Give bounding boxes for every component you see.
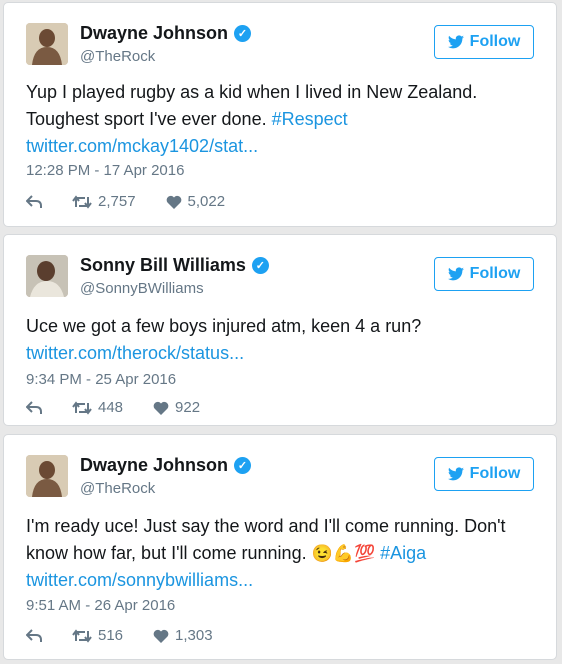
- follow-label: Follow: [469, 265, 521, 282]
- retweet-count: 448: [98, 399, 124, 416]
- tweet-text-segment: know how far, but I'll come running.: [26, 543, 307, 563]
- retweet-count: 516: [98, 627, 124, 644]
- action-bar: 2,757 5,022: [26, 193, 255, 210]
- timestamp[interactable]: 9:34 PM - 25 Apr 2016: [26, 371, 176, 388]
- twitter-bird-icon: [447, 35, 464, 49]
- tweet-card: Sonny Bill Williams ✓ @SonnyBWilliams Fo…: [3, 234, 557, 426]
- display-name-text[interactable]: Dwayne Johnson: [80, 455, 228, 476]
- retweet-button[interactable]: 2,757: [72, 193, 136, 210]
- follow-button[interactable]: Follow: [434, 25, 534, 59]
- twitter-bird-icon: [447, 467, 464, 481]
- reply-button[interactable]: [26, 194, 42, 209]
- display-name-text[interactable]: Sonny Bill Williams: [80, 255, 246, 276]
- action-bar: 448 922: [26, 399, 230, 416]
- retweet-button[interactable]: 516: [72, 627, 123, 644]
- timestamp[interactable]: 12:28 PM - 17 Apr 2016: [26, 162, 184, 179]
- verified-badge-icon: ✓: [234, 457, 252, 474]
- tweet-text-line: Toughest sport I've ever done. #Respect: [26, 106, 534, 133]
- follow-label: Follow: [469, 33, 521, 50]
- tweet-text-line: Uce we got a few boys injured atm, keen …: [26, 316, 422, 336]
- tweet-text-line: know how far, but I'll come running. 😉💪💯…: [26, 540, 534, 567]
- like-count: 5,022: [187, 193, 226, 210]
- twitter-bird-icon: [447, 267, 464, 281]
- display-name[interactable]: Dwayne Johnson ✓: [80, 455, 252, 476]
- reply-icon: [26, 400, 42, 414]
- display-name-text[interactable]: Dwayne Johnson: [80, 23, 228, 44]
- url-link[interactable]: twitter.com/sonnybwilliams...: [26, 567, 534, 594]
- tweet-card: Dwayne Johnson ✓ @TheRock Follow I'm rea…: [3, 434, 557, 660]
- tweet-text: Yup I played rugby as a kid when I lived…: [26, 79, 534, 160]
- like-button[interactable]: 5,022: [166, 193, 226, 210]
- heart-icon: [153, 629, 169, 643]
- action-bar: 516 1,303: [26, 627, 243, 644]
- verified-badge-icon: ✓: [234, 25, 252, 42]
- tweet-text: Uce we got a few boys injured atm, keen …: [26, 313, 534, 367]
- hashtag-link[interactable]: #Aiga: [380, 543, 426, 563]
- heart-icon: [166, 195, 181, 209]
- retweet-icon: [72, 194, 92, 209]
- reply-icon: [26, 194, 42, 208]
- avatar[interactable]: [26, 255, 68, 297]
- user-handle[interactable]: @TheRock: [80, 48, 155, 65]
- heart-icon: [153, 401, 169, 415]
- like-button[interactable]: 1,303: [153, 627, 213, 644]
- emoji-group: 😉💪💯: [311, 544, 376, 563]
- retweet-icon: [72, 400, 92, 415]
- avatar[interactable]: [26, 23, 68, 65]
- tweet-text-segment: Toughest sport I've ever done.: [26, 109, 267, 129]
- user-handle[interactable]: @TheRock: [80, 480, 155, 497]
- display-name[interactable]: Dwayne Johnson ✓: [80, 23, 252, 44]
- like-count: 1,303: [175, 627, 213, 644]
- avatar[interactable]: [26, 455, 68, 497]
- tweet-text-line: Yup I played rugby as a kid when I lived…: [26, 82, 478, 102]
- follow-button[interactable]: Follow: [434, 257, 534, 291]
- hashtag-link[interactable]: #Respect: [272, 109, 348, 129]
- like-button[interactable]: 922: [153, 399, 200, 416]
- follow-label: Follow: [469, 465, 521, 482]
- timestamp[interactable]: 9:51 AM - 26 Apr 2016: [26, 597, 175, 614]
- tweet-card: Dwayne Johnson ✓ @TheRock Follow Yup I p…: [3, 2, 557, 227]
- retweet-button[interactable]: 448: [72, 399, 123, 416]
- verified-badge-icon: ✓: [251, 257, 269, 274]
- like-count: 922: [175, 399, 201, 416]
- url-link[interactable]: twitter.com/therock/status...: [26, 340, 534, 367]
- tweet-text: I'm ready uce! Just say the word and I'l…: [26, 513, 534, 594]
- reply-button[interactable]: [26, 628, 42, 643]
- user-handle[interactable]: @SonnyBWilliams: [80, 280, 204, 297]
- follow-button[interactable]: Follow: [434, 457, 534, 491]
- retweet-icon: [72, 628, 92, 643]
- reply-button[interactable]: [26, 400, 42, 415]
- retweet-count: 2,757: [98, 193, 136, 210]
- display-name[interactable]: Sonny Bill Williams ✓: [80, 255, 269, 276]
- reply-icon: [26, 628, 42, 642]
- tweet-text-line: I'm ready uce! Just say the word and I'l…: [26, 516, 506, 536]
- url-link[interactable]: twitter.com/mckay1402/stat...: [26, 133, 534, 160]
